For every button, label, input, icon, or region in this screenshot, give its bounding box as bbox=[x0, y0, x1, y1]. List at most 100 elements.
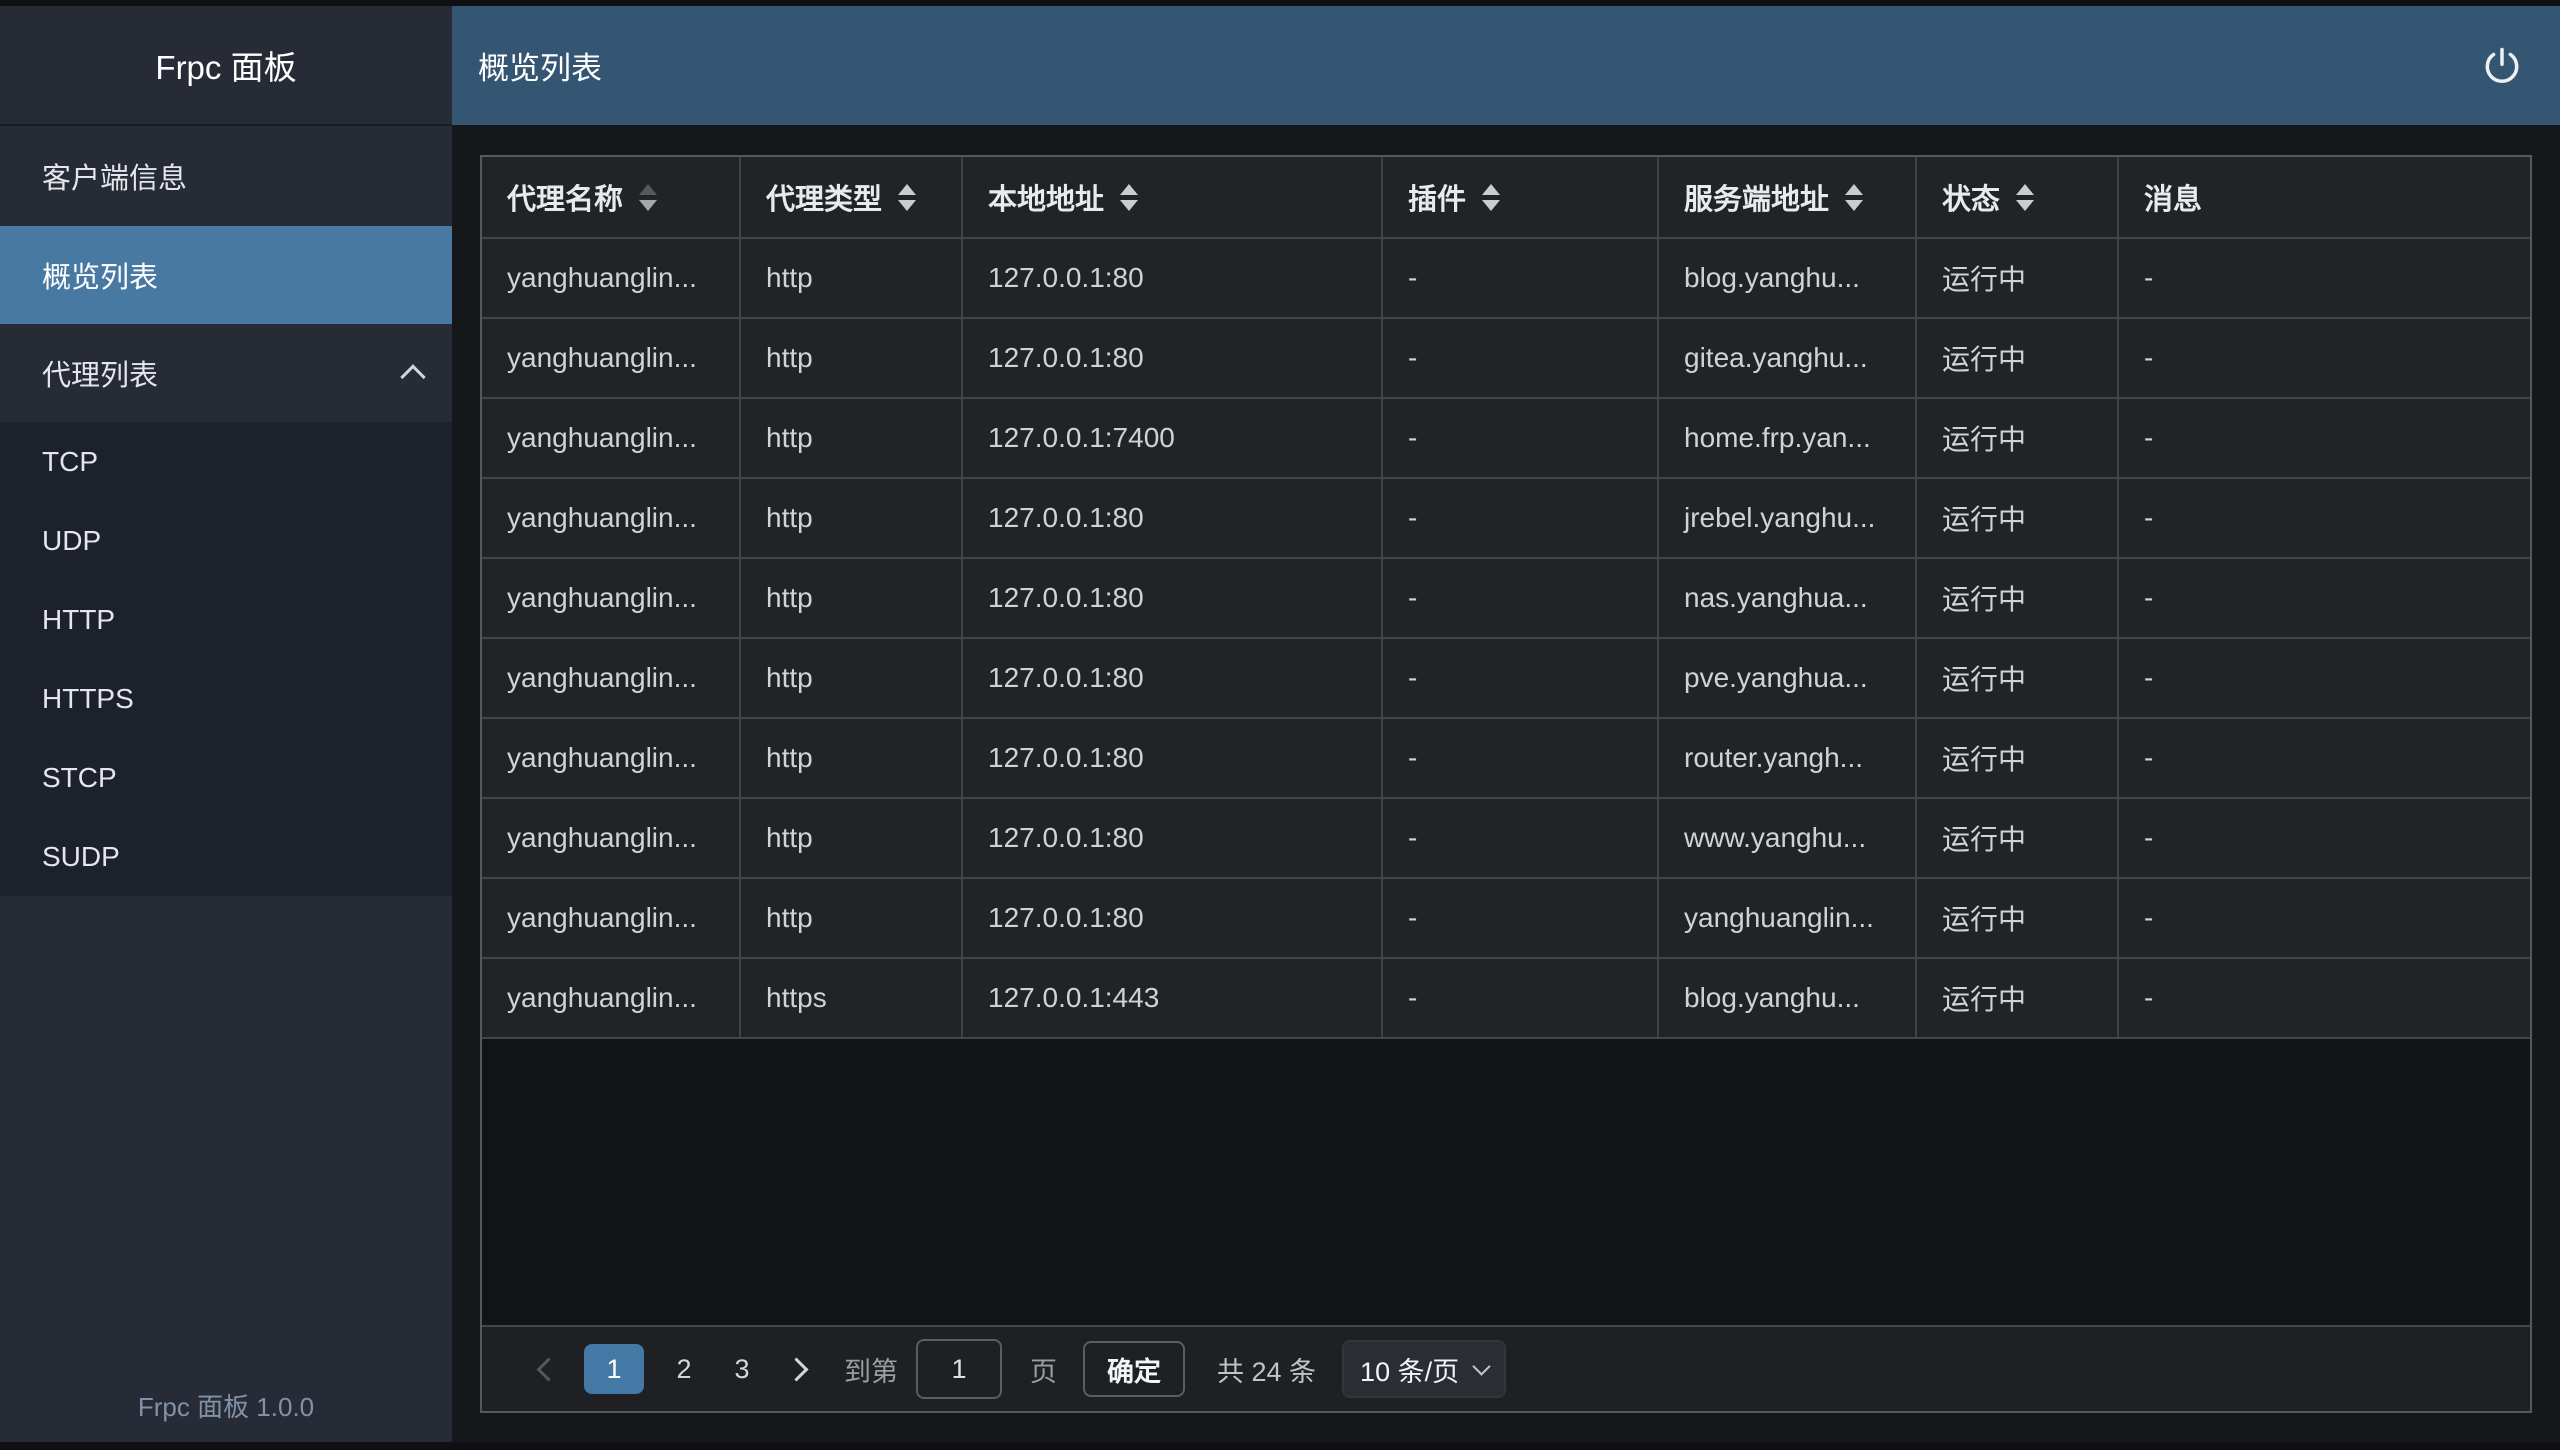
cell-message: - bbox=[2119, 479, 2530, 557]
cell-message: - bbox=[2119, 639, 2530, 717]
cell-status: 运行中 bbox=[1917, 879, 2119, 957]
sidebar-subitem-http[interactable]: HTTP bbox=[0, 580, 452, 659]
cell-local: 127.0.0.1:80 bbox=[963, 639, 1383, 717]
bottom-strip bbox=[0, 1442, 2560, 1450]
cell-type: https bbox=[741, 959, 963, 1037]
cell-type: http bbox=[741, 319, 963, 397]
sort-icon[interactable] bbox=[898, 184, 916, 211]
cell-status: 运行中 bbox=[1917, 239, 2119, 317]
sort-asc-icon[interactable] bbox=[1120, 184, 1138, 195]
cell-name: yanghuanglin... bbox=[482, 239, 741, 317]
cell-name: yanghuanglin... bbox=[482, 719, 741, 797]
column-header-message: 消息 bbox=[2119, 157, 2530, 237]
sidebar-subitem-https[interactable]: HTTPS bbox=[0, 659, 452, 738]
cell-status: 运行中 bbox=[1917, 319, 2119, 397]
page-size-dropdown[interactable]: 10 条/页 bbox=[1342, 1340, 1506, 1398]
sidebar: Frpc 面板 客户端信息 概览列表 代理列表 TCPUDPHTTPHTTPSS… bbox=[0, 6, 452, 1442]
sort-asc-icon[interactable] bbox=[1845, 184, 1863, 195]
table-row: yanghuanglin...http127.0.0.1:80-yanghuan… bbox=[482, 879, 2530, 959]
sidebar-item-overview-selected[interactable]: 概览列表 bbox=[0, 226, 452, 324]
cell-plugin: - bbox=[1383, 799, 1659, 877]
cell-status: 运行中 bbox=[1917, 799, 2119, 877]
cell-remote: pve.yanghua... bbox=[1659, 639, 1917, 717]
column-header-local[interactable]: 本地地址 bbox=[963, 157, 1383, 237]
power-icon[interactable] bbox=[2480, 44, 2524, 88]
cell-plugin: - bbox=[1383, 399, 1659, 477]
sort-asc-icon[interactable] bbox=[2016, 184, 2034, 195]
sort-asc-icon[interactable] bbox=[898, 184, 916, 195]
next-page-button[interactable] bbox=[776, 1344, 816, 1394]
cell-local: 127.0.0.1:80 bbox=[963, 479, 1383, 557]
column-label: 插件 bbox=[1408, 176, 1466, 218]
cell-remote: nas.yanghua... bbox=[1659, 559, 1917, 637]
cell-local: 127.0.0.1:80 bbox=[963, 319, 1383, 397]
sidebar-item-client-info[interactable]: 客户端信息 bbox=[0, 126, 452, 226]
page-jump-input[interactable] bbox=[916, 1339, 1002, 1399]
app-title: Frpc 面板 bbox=[0, 6, 452, 126]
column-header-plugin[interactable]: 插件 bbox=[1383, 157, 1659, 237]
app-version: Frpc 面板 1.0.0 bbox=[0, 1387, 452, 1442]
table-row: yanghuanglin...http127.0.0.1:80-gitea.ya… bbox=[482, 319, 2530, 399]
column-header-remote[interactable]: 服务端地址 bbox=[1659, 157, 1917, 237]
sort-desc-icon[interactable] bbox=[2016, 200, 2034, 211]
confirm-button[interactable]: 确定 bbox=[1083, 1341, 1185, 1397]
cell-status: 运行中 bbox=[1917, 399, 2119, 477]
table-row: yanghuanglin...http127.0.0.1:80-blog.yan… bbox=[482, 239, 2530, 319]
sidebar-item-proxy-list[interactable]: 代理列表 bbox=[0, 324, 452, 422]
jump-suffix-label: 页 bbox=[1030, 1350, 1057, 1389]
sidebar-subitem-udp[interactable]: UDP bbox=[0, 501, 452, 580]
column-label: 消息 bbox=[2144, 176, 2202, 218]
cell-plugin: - bbox=[1383, 879, 1659, 957]
cell-remote: home.frp.yan... bbox=[1659, 399, 1917, 477]
sort-desc-icon[interactable] bbox=[1482, 200, 1500, 211]
cell-plugin: - bbox=[1383, 719, 1659, 797]
cell-plugin: - bbox=[1383, 959, 1659, 1037]
table-body: yanghuanglin...http127.0.0.1:80-blog.yan… bbox=[482, 239, 2530, 1039]
sidebar-item-label: 代理列表 bbox=[42, 352, 158, 394]
page-button-1-active[interactable]: 1 bbox=[584, 1344, 644, 1394]
sort-icon[interactable] bbox=[1845, 184, 1863, 211]
cell-type: http bbox=[741, 799, 963, 877]
sidebar-subitem-stcp[interactable]: STCP bbox=[0, 738, 452, 817]
sidebar-subitem-sudp[interactable]: SUDP bbox=[0, 817, 452, 896]
sort-icon[interactable] bbox=[1482, 184, 1500, 211]
top-header-bar: 概览列表 bbox=[452, 6, 2560, 125]
cell-remote: blog.yanghu... bbox=[1659, 239, 1917, 317]
cell-status: 运行中 bbox=[1917, 719, 2119, 797]
sidebar-subitem-tcp[interactable]: TCP bbox=[0, 422, 452, 501]
sort-asc-icon[interactable] bbox=[639, 184, 657, 195]
sort-icon[interactable] bbox=[639, 184, 657, 211]
column-header-name[interactable]: 代理名称 bbox=[482, 157, 741, 237]
table-row: yanghuanglin...https127.0.0.1:443-blog.y… bbox=[482, 959, 2530, 1039]
column-header-type[interactable]: 代理类型 bbox=[741, 157, 963, 237]
column-header-status[interactable]: 状态 bbox=[1917, 157, 2119, 237]
page-button-3[interactable]: 3 bbox=[718, 1344, 766, 1394]
sort-icon[interactable] bbox=[2016, 184, 2034, 211]
page-title: 概览列表 bbox=[478, 43, 602, 88]
sort-asc-icon[interactable] bbox=[1482, 184, 1500, 195]
cell-type: http bbox=[741, 879, 963, 957]
chevron-down-icon bbox=[1472, 1357, 1490, 1375]
sort-icon[interactable] bbox=[1120, 184, 1138, 211]
cell-message: - bbox=[2119, 879, 2530, 957]
page-buttons: 123 bbox=[568, 1344, 766, 1394]
sort-desc-icon[interactable] bbox=[898, 200, 916, 211]
prev-page-button[interactable] bbox=[528, 1344, 568, 1394]
column-label: 本地地址 bbox=[988, 176, 1104, 218]
cell-status: 运行中 bbox=[1917, 959, 2119, 1037]
cell-plugin: - bbox=[1383, 639, 1659, 717]
cell-name: yanghuanglin... bbox=[482, 399, 741, 477]
cell-type: http bbox=[741, 479, 963, 557]
sort-desc-icon[interactable] bbox=[1120, 200, 1138, 211]
cell-message: - bbox=[2119, 399, 2530, 477]
cell-message: - bbox=[2119, 959, 2530, 1037]
sort-desc-icon[interactable] bbox=[1845, 200, 1863, 211]
cell-name: yanghuanglin... bbox=[482, 639, 741, 717]
column-label: 状态 bbox=[1942, 176, 2000, 218]
column-label: 服务端地址 bbox=[1684, 176, 1829, 218]
sort-desc-icon[interactable] bbox=[639, 200, 657, 211]
table-row: yanghuanglin...http127.0.0.1:7400-home.f… bbox=[482, 399, 2530, 479]
cell-status: 运行中 bbox=[1917, 479, 2119, 557]
column-label: 代理类型 bbox=[766, 176, 882, 218]
page-button-2[interactable]: 2 bbox=[660, 1344, 708, 1394]
